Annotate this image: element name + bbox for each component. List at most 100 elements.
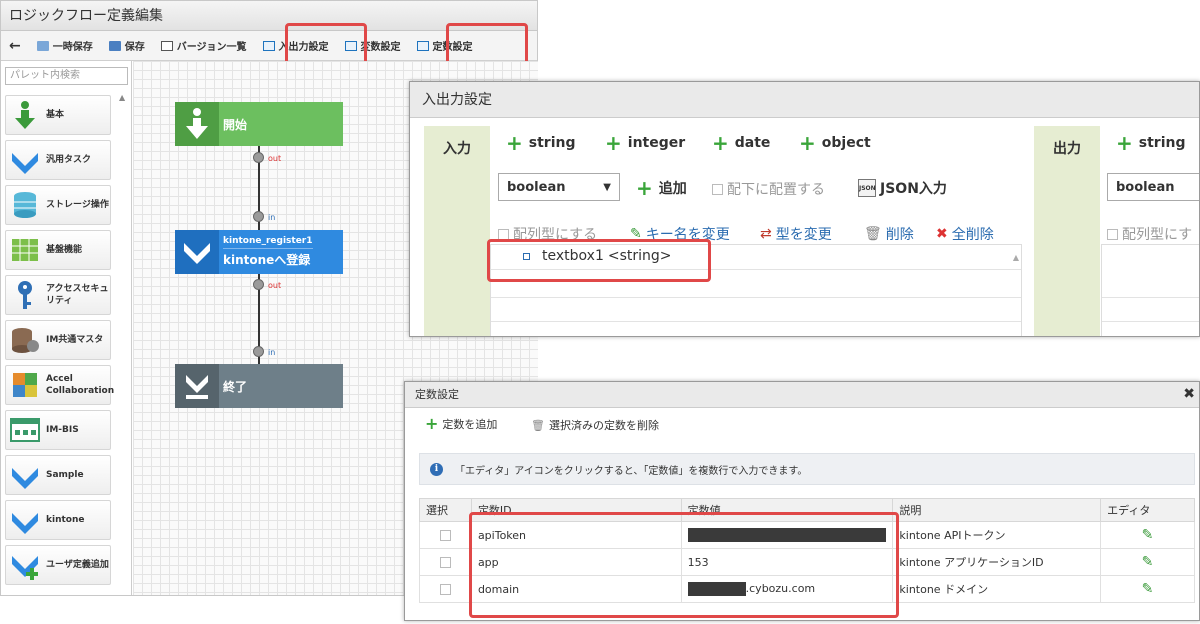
- back-arrow-icon: ←: [9, 37, 21, 54]
- place-under-label: 配下に配置する: [727, 182, 825, 198]
- add-date-button[interactable]: + date: [712, 131, 770, 155]
- const-desc-cell[interactable]: kintone アプリケーションID: [892, 548, 1102, 576]
- start-arrow-icon: [175, 102, 219, 146]
- in-port-label: in: [268, 213, 276, 222]
- collaboration-icon: [10, 370, 40, 400]
- palette-item-access-security[interactable]: アクセスセキュリティ: [5, 275, 111, 315]
- save-label: 保存: [124, 42, 145, 53]
- add-integer-button[interactable]: + integer: [605, 131, 686, 155]
- scroll-up-icon[interactable]: ▲: [119, 93, 129, 103]
- save-icon: [108, 40, 121, 51]
- palette-search-input[interactable]: パレット内検索: [5, 67, 128, 85]
- end-node-label: 終了: [223, 379, 248, 394]
- palette-item-label: ユーザ定義追加: [46, 560, 109, 570]
- palette-item-storage[interactable]: ストレージ操作: [5, 185, 111, 225]
- blue-arrow-icon: [10, 145, 40, 175]
- end-node[interactable]: 終了: [175, 364, 343, 408]
- user-add-icon: [10, 550, 40, 580]
- out-port[interactable]: [253, 279, 264, 290]
- add-button[interactable]: + 追加: [636, 178, 687, 198]
- plus-icon: +: [712, 131, 729, 155]
- plus-icon: +: [425, 414, 439, 433]
- bis-icon: [10, 415, 40, 445]
- info-text: 「エディタ」アイコンをクリックすると、「定数値」を複数行で入力できます。: [455, 465, 808, 477]
- add-const-button[interactable]: + 定数を追加: [425, 415, 497, 433]
- x-icon: ✖: [936, 226, 948, 242]
- blue-arrow-icon: [10, 505, 40, 535]
- out-port[interactable]: [253, 152, 264, 163]
- save-button[interactable]: 保存: [101, 34, 153, 58]
- add-const-label: 定数を追加: [442, 418, 498, 431]
- row-select-checkbox[interactable]: [439, 584, 451, 595]
- delete-selected-label: 選択済みの定数を削除: [548, 419, 659, 432]
- json-input-button[interactable]: JSON JSON入力: [858, 178, 947, 198]
- delete-all-label: 全削除: [951, 227, 994, 243]
- in-port-label: in: [268, 348, 276, 357]
- palette-item-label: ストレージ操作: [46, 200, 109, 210]
- column-header-desc[interactable]: 説明: [892, 498, 1102, 522]
- trash-icon: 🗑: [531, 418, 545, 432]
- version-list-button[interactable]: バージョン一覧: [153, 34, 255, 58]
- add-object-button[interactable]: + object: [799, 133, 871, 153]
- task-id-label: kintone_register1: [223, 236, 313, 249]
- end-arrow-icon: [175, 364, 219, 408]
- const-desc-cell[interactable]: kintone ドメイン: [892, 575, 1102, 603]
- start-node[interactable]: 開始: [175, 102, 343, 146]
- palette-item-sample[interactable]: Sample: [5, 455, 111, 495]
- in-port[interactable]: [253, 346, 264, 357]
- place-under-checkbox[interactable]: 配下に配置する: [712, 179, 825, 199]
- palette-item-label: Sample: [46, 470, 84, 480]
- add-integer-label: integer: [627, 135, 686, 151]
- editor-pencil-icon[interactable]: ✎: [1142, 527, 1154, 543]
- row-select-checkbox[interactable]: [439, 530, 451, 541]
- editor-pencil-icon[interactable]: ✎: [1142, 554, 1154, 570]
- palette-item-general-task[interactable]: 汎用タスク: [5, 140, 111, 180]
- out-port-label: out: [268, 154, 282, 163]
- row-select-checkbox[interactable]: [439, 557, 451, 568]
- in-port[interactable]: [253, 211, 264, 222]
- plus-icon: +: [636, 176, 653, 200]
- change-type-button[interactable]: ⇄ 型を変更: [760, 224, 832, 244]
- palette-item-im-bis[interactable]: IM-BIS: [5, 410, 111, 450]
- checkbox: [1107, 228, 1118, 240]
- down-arrow-icon: [10, 100, 40, 130]
- palette-item-kintone[interactable]: kintone: [5, 500, 111, 540]
- type-select-value: boolean: [507, 179, 566, 195]
- temp-save-button[interactable]: 一時保存: [29, 34, 101, 58]
- column-header-editor: エディタ: [1100, 498, 1195, 522]
- plus-icon: +: [605, 131, 622, 155]
- change-type-label: 型を変更: [775, 227, 832, 243]
- type-select[interactable]: boolean ▼: [498, 173, 620, 201]
- kintone-register-node[interactable]: kintone_register1 kintoneへ登録: [175, 230, 343, 274]
- start-node-label: 開始: [223, 117, 248, 132]
- version-list-icon: [160, 40, 173, 51]
- delete-all-button[interactable]: ✖ 全削除: [936, 224, 994, 244]
- output-add-string-button[interactable]: + string: [1116, 131, 1186, 155]
- palette-item-label: IM共通マスタ: [46, 335, 104, 345]
- palette-item-user-defined[interactable]: ユーザ定義追加: [5, 545, 111, 585]
- output-type-select[interactable]: boolean: [1107, 173, 1199, 201]
- palette-item-basic[interactable]: 基本: [5, 95, 111, 135]
- back-button[interactable]: ←: [1, 34, 29, 58]
- delete-selected-const-button[interactable]: 🗑 選択済みの定数を削除: [531, 417, 659, 433]
- output-array-type-checkbox[interactable]: 配列型にす: [1107, 224, 1192, 244]
- palette: パレット内検索 ▲ 基本 汎用タスク ストレージ操作 基盤機能 アクセスセキュリ…: [1, 61, 132, 595]
- palette-item-label: 汎用タスク: [46, 155, 92, 165]
- json-file-icon: JSON: [858, 179, 876, 197]
- add-string-button[interactable]: + string: [506, 133, 575, 153]
- editor-pencil-icon[interactable]: ✎: [1142, 581, 1154, 597]
- change-type-icon: ⇄: [760, 226, 772, 242]
- plus-icon: +: [1116, 131, 1133, 155]
- palette-item-im-master[interactable]: IM共通マスタ: [5, 320, 111, 360]
- database-icon: [10, 325, 40, 355]
- delete-button[interactable]: 🗑 削除: [864, 224, 914, 244]
- const-rows-highlight: [469, 512, 899, 618]
- palette-item-label: 基本: [46, 110, 65, 120]
- close-icon[interactable]: ✖: [1183, 386, 1195, 402]
- output-add-string-label: string: [1138, 135, 1186, 151]
- scroll-up-icon[interactable]: ▲: [1013, 253, 1019, 262]
- palette-item-accel-collaboration[interactable]: Accel Collaboration: [5, 365, 114, 405]
- const-desc-cell[interactable]: kintone APIトークン: [892, 521, 1102, 549]
- palette-item-infra[interactable]: 基盤機能: [5, 230, 111, 270]
- temp-save-icon: [36, 40, 49, 51]
